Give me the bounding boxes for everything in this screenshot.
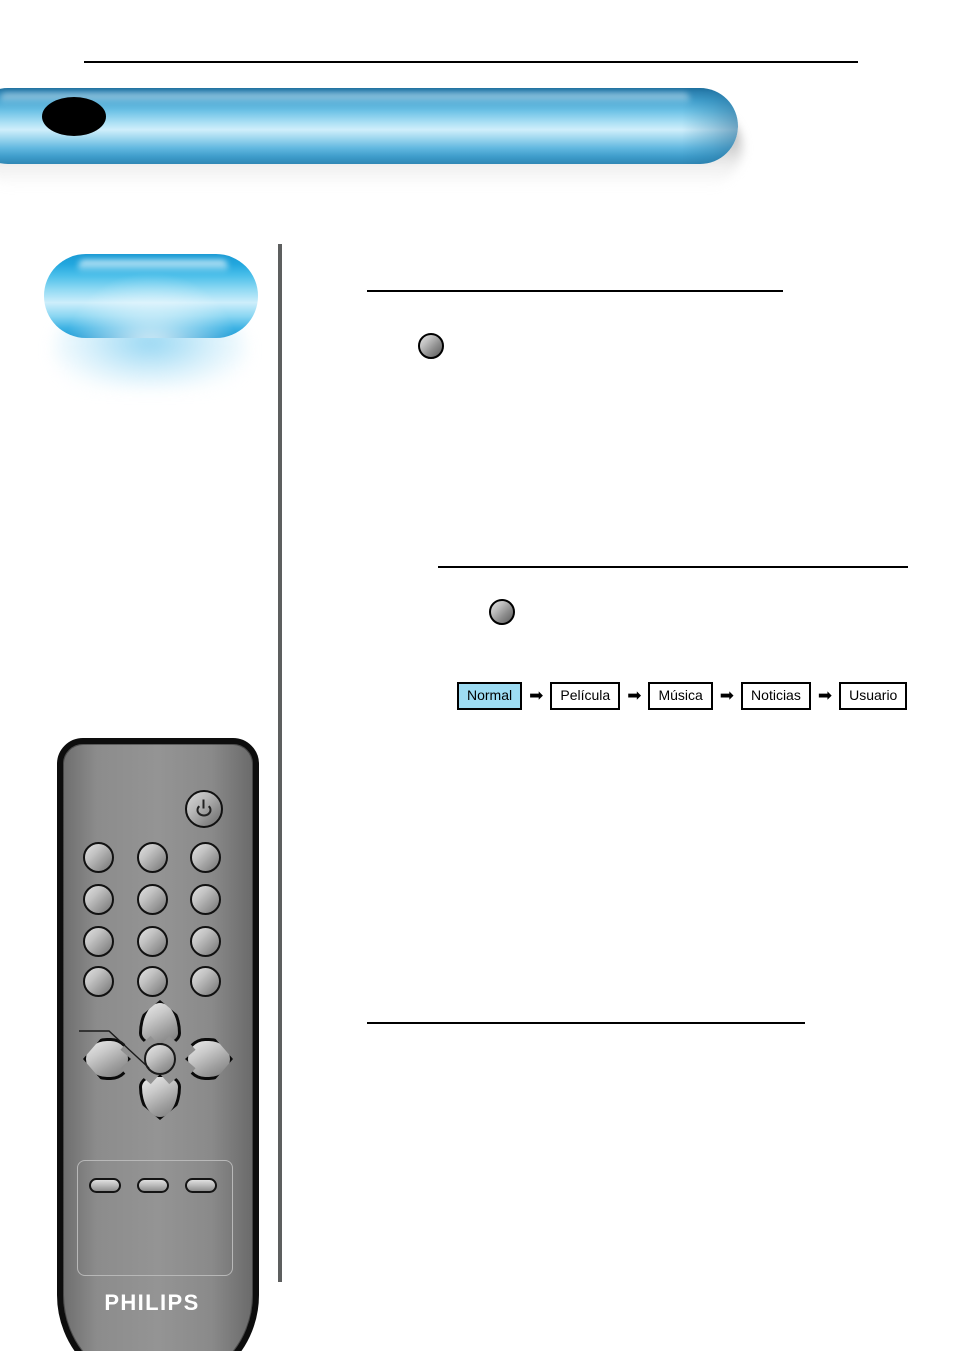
remote-keypad-button — [137, 966, 168, 997]
remote-nav-left-button — [83, 1038, 131, 1080]
remote-keypad-button — [137, 842, 168, 873]
power-icon — [196, 799, 212, 817]
remote-nav-up-button — [139, 1000, 181, 1046]
sequence-arrow-icon: ➡ — [529, 685, 544, 706]
picture-mode-sequence: Normal ➡ Película ➡ Música ➡ Noticias ➡ … — [457, 682, 908, 710]
remote-keypad-button — [137, 884, 168, 915]
remote-softkey — [137, 1178, 169, 1193]
sidebar: PHILIPS — [0, 232, 279, 1351]
mode-option-usuario[interactable]: Usuario — [839, 682, 908, 710]
remote-softkey — [185, 1178, 217, 1193]
section-3-rule — [367, 1022, 805, 1024]
remote-keypad-button — [83, 926, 114, 957]
philips-logo: PHILIPS — [104, 1290, 200, 1315]
remote-power-button — [185, 790, 223, 828]
remote-keypad-button — [190, 966, 221, 997]
remote-softkey — [89, 1178, 121, 1193]
remote-ok-button — [144, 1043, 176, 1075]
remote-nav-cluster — [77, 1000, 239, 1122]
remote-keypad-button — [190, 884, 221, 915]
main-content: Normal ➡ Película ➡ Música ➡ Noticias ➡ … — [279, 0, 954, 1351]
mode-option-musica[interactable]: Música — [648, 682, 713, 710]
mode-option-normal[interactable]: Normal — [457, 682, 523, 710]
remote-keypad-button — [83, 966, 114, 997]
mode-option-pelicula[interactable]: Película — [550, 682, 621, 710]
manual-page: PHILIPS Normal ➡ Película ➡ Música ➡ Not… — [0, 0, 954, 1351]
sidebar-pill — [44, 254, 258, 338]
remote-keypad-button — [83, 884, 114, 915]
remote-keypad-button — [190, 842, 221, 873]
remote-keypad-button — [83, 842, 114, 873]
sidebar-pill-badge — [40, 244, 260, 444]
remote-nav-down-button — [139, 1074, 181, 1120]
mode-option-noticias[interactable]: Noticias — [741, 682, 811, 710]
remote-keypad-button — [137, 926, 168, 957]
section-2-bullet-icon — [489, 599, 515, 625]
sequence-arrow-icon: ➡ — [817, 685, 833, 706]
remote-keypad-button — [190, 926, 221, 957]
remote-control-illustration: PHILIPS — [57, 738, 259, 1351]
section-1-bullet-icon — [418, 333, 444, 359]
section-2-rule — [438, 566, 908, 568]
section-1-rule — [367, 290, 783, 292]
remote-nav-right-button — [185, 1038, 233, 1080]
sequence-arrow-icon: ➡ — [627, 685, 642, 706]
sidebar-pill-highlight — [78, 260, 228, 273]
sequence-arrow-icon: ➡ — [719, 685, 735, 706]
header-bullet-icon — [42, 97, 106, 136]
